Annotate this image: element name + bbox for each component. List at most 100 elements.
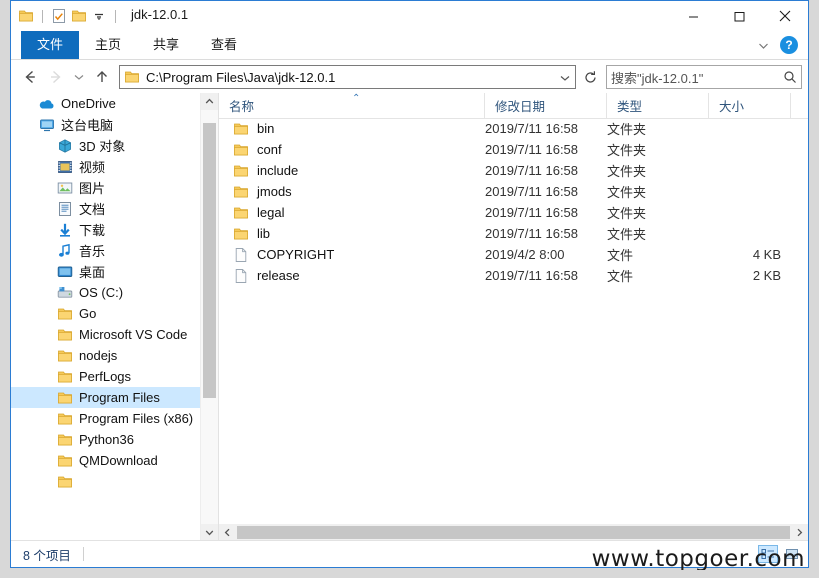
back-button[interactable] [17,64,43,90]
sidebar-item-[interactable]: 桌面 [11,261,201,282]
folder-icon [57,411,73,427]
forward-button[interactable] [43,64,69,90]
new-folder-icon[interactable] [69,6,89,26]
tab-view[interactable]: 查看 [195,31,253,59]
sidebar-scrollbar[interactable] [200,93,218,541]
sidebar-item-qmdownload[interactable]: QMDownload [11,450,201,471]
details-view-button[interactable] [758,545,778,563]
up-button[interactable] [89,64,115,90]
search-input[interactable]: 搜索"jdk-12.0.1" [611,68,783,87]
tab-home[interactable]: 主页 [79,31,137,59]
address-chevron-down-icon[interactable] [559,71,571,89]
sidebar-item-label: Program Files [79,390,160,405]
table-row[interactable]: COPYRIGHT 2019/4/2 8:00 文件 4 KB [219,244,808,265]
sidebar-item-program-files[interactable]: Program Files [11,387,201,408]
sidebar-item-label: OS (C:) [79,285,124,300]
file-date-cell: 2019/7/11 16:58 [485,268,579,283]
file-type-cell: 文件夹 [607,164,647,179]
sidebar-item-os-c[interactable]: OS (C:) [11,282,201,303]
onedrive-cloud-icon [39,96,55,112]
sidebar-item-nodejs[interactable]: nodejs [11,345,201,366]
recent-locations-button[interactable] [69,64,89,90]
minimize-button[interactable] [670,1,716,31]
folder-icon [57,306,73,322]
column-header-label: 大小 [719,100,745,114]
folder-icon [57,474,73,490]
table-row[interactable]: conf 2019/7/11 16:58 文件夹 [219,139,808,160]
view-mode-buttons [758,545,802,563]
file-name-label: release [257,268,300,283]
tab-file[interactable]: 文件 [21,31,80,59]
folder-icon [233,205,249,221]
folder-icon [57,390,73,406]
table-row[interactable]: include 2019/7/11 16:58 文件夹 [219,160,808,181]
file-name-cell: COPYRIGHT [233,247,334,263]
sidebar-item-[interactable]: 这台电脑 [11,114,201,135]
search-icon [784,71,796,83]
chevron-down-icon[interactable] [89,6,109,26]
sidebar-scroll-down-button[interactable] [201,524,218,541]
downloads-icon [57,222,73,238]
table-row[interactable]: lib 2019/7/11 16:58 文件夹 [219,223,808,244]
sidebar-item-microsoft-vs-code[interactable]: Microsoft VS Code [11,324,201,345]
column-header-size[interactable]: 大小 [709,93,791,118]
horizontal-scrollbar[interactable] [219,524,808,541]
table-row[interactable]: bin 2019/7/11 16:58 文件夹 [219,118,808,139]
column-header-date-modified[interactable]: 修改日期 [485,93,607,118]
sidebar-item-go[interactable]: Go [11,303,201,324]
3d-objects-icon [57,138,73,154]
table-row[interactable]: release 2019/7/11 16:58 文件 2 KB [219,265,808,286]
column-header-type[interactable]: 类型 [607,93,709,118]
file-type-cell: 文件 [607,269,634,284]
drive-icon [57,285,73,301]
tab-share[interactable]: 共享 [137,31,195,59]
sidebar-scroll-up-button[interactable] [201,93,218,110]
close-button[interactable] [762,1,808,31]
help-button[interactable]: ? [780,36,798,54]
sidebar-item-perflogs[interactable]: PerfLogs [11,366,201,387]
sidebar-item-[interactable]: 音乐 [11,240,201,261]
sidebar-item-label: OneDrive [61,96,116,111]
folder-icon [57,432,73,448]
folder-icon [57,453,73,469]
table-row[interactable]: legal 2019/7/11 16:58 文件夹 [219,202,808,223]
folder-icon [57,327,73,343]
sidebar-item-3d[interactable]: 3D 对象 [11,135,201,156]
hscroll-right-button[interactable] [791,524,808,541]
sidebar-scroll-thumb[interactable] [203,123,216,398]
file-type-cell: 文件夹 [607,143,647,158]
file-name-label: jmods [257,184,292,199]
sidebar-item-label: 图片 [79,181,106,196]
folder-icon [57,369,73,385]
sidebar-item-[interactable]: 文档 [11,198,201,219]
expand-ribbon-icon[interactable] [750,32,776,58]
sidebar-item-[interactable]: 视频 [11,156,201,177]
file-type-cell: 文件夹 [607,122,647,137]
file-type-cell: 文件夹 [607,206,647,221]
properties-icon[interactable] [49,6,69,26]
address-bar[interactable]: C:\Program Files\Java\jdk-12.0.1 [119,65,576,89]
sidebar-item-[interactable]: 图片 [11,177,201,198]
maximize-button[interactable] [716,1,762,31]
explorer-window: jdk-12.0.1 文件 主页 共享 查看 ? C:\Program File… [10,0,809,568]
folder-icon[interactable] [16,6,36,26]
column-header-name[interactable]: 名称 ⌃ [219,93,485,118]
sidebar-item-onedrive[interactable]: OneDrive [11,93,201,114]
refresh-button[interactable] [578,65,602,89]
sidebar-item-python36[interactable]: Python36 [11,429,201,450]
title-bar: jdk-12.0.1 [11,1,808,31]
desktop-icon [57,264,73,280]
hscroll-left-button[interactable] [219,524,236,541]
large-icons-view-button[interactable] [782,545,802,563]
table-row[interactable]: jmods 2019/7/11 16:58 文件夹 [219,181,808,202]
sidebar-item-[interactable]: 下载 [11,219,201,240]
hscroll-thumb[interactable] [237,526,790,539]
sidebar-item-partial[interactable] [11,471,201,492]
folder-icon [233,163,249,179]
file-name-cell: legal [233,205,284,221]
music-icon [57,243,73,259]
address-path: C:\Program Files\Java\jdk-12.0.1 [146,69,336,85]
search-box[interactable]: 搜索"jdk-12.0.1" [606,65,802,89]
sidebar-item-label: 桌面 [79,265,106,280]
sidebar-item-program-files-x86[interactable]: Program Files (x86) [11,408,201,429]
